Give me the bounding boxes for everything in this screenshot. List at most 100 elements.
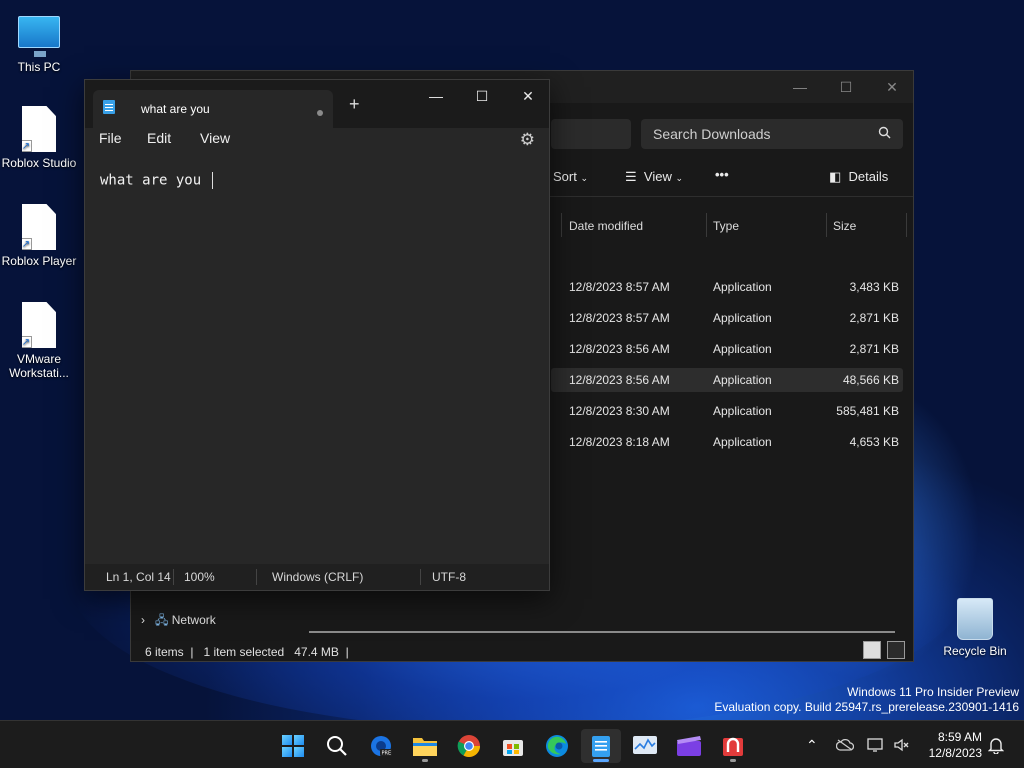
search-icon — [878, 126, 891, 142]
desktop-icon-roblox-player[interactable]: ↗ Roblox Player — [1, 204, 77, 268]
desktop-icon-label: Roblox Studio — [1, 156, 77, 170]
notepad-icon — [592, 736, 610, 757]
notepad-statusbar: Ln 1, Col 14 100% Windows (CRLF) UTF-8 — [85, 564, 549, 590]
chevron-right-icon: › — [141, 613, 145, 627]
file-row[interactable]: 12/8/2023 8:57 AM Application 2,871 KB — [551, 306, 903, 330]
details-view-button[interactable] — [862, 641, 881, 659]
sort-label: Sort — [553, 169, 577, 184]
chevron-up-icon: ⌃ — [806, 736, 818, 753]
system-clock[interactable]: 8:59 AM 12/8/2023 — [929, 729, 982, 761]
file-size: 3,483 KB — [849, 280, 899, 294]
desktop-icon-this-pc[interactable]: This PC — [1, 10, 77, 74]
taskbar-chrome[interactable] — [449, 729, 489, 763]
bell-icon — [988, 738, 1004, 754]
file-date-modified: 12/8/2023 8:56 AM — [569, 342, 670, 356]
details-pane-button[interactable]: ◧ Details — [829, 169, 888, 185]
taskbar-edge-beta[interactable]: PRE — [361, 729, 401, 763]
close-button[interactable]: ✕ — [869, 71, 915, 103]
file-date-modified: 12/8/2023 8:57 AM — [569, 311, 670, 325]
zoom-level[interactable]: 100% — [184, 570, 215, 584]
volume-muted-icon[interactable] — [893, 721, 911, 768]
file-icon: ↗ — [22, 106, 56, 152]
desktop-icon-label: This PC — [17, 60, 61, 74]
store-icon — [503, 740, 523, 756]
more-options-button[interactable]: ••• — [715, 167, 729, 182]
close-button[interactable]: ✕ — [505, 82, 551, 110]
onedrive-icon[interactable] — [836, 721, 854, 768]
desktop-icon-vmware[interactable]: ↗ VMware Workstati... — [1, 302, 77, 380]
watermark-line-2: Evaluation copy. Build 25947.rs_prerelea… — [714, 700, 1019, 714]
file-icon: ↗ — [22, 302, 56, 348]
address-bar[interactable] — [551, 119, 631, 149]
view-button[interactable]: ☰ View ⌄ — [625, 169, 683, 185]
editor-content: what are you — [100, 172, 210, 189]
settings-gear-icon[interactable]: ⚙ — [520, 130, 535, 150]
svg-text:PRE: PRE — [382, 751, 392, 757]
shortcut-arrow-icon: ↗ — [21, 238, 32, 250]
nav-item-network[interactable]: › 🖧 Network — [141, 611, 216, 632]
view-label: View — [643, 169, 672, 184]
file-row[interactable]: 12/8/2023 8:56 AM Application 2,871 KB — [551, 337, 903, 361]
menu-file[interactable]: File — [99, 130, 122, 146]
explorer-statusbar: 6 items | 1 item selected 47.4 MB | — [145, 645, 349, 659]
minimize-button[interactable]: — — [777, 71, 823, 103]
taskbar-video-editor[interactable] — [669, 729, 709, 763]
column-date-modified[interactable]: Date modified — [569, 219, 643, 233]
menu-bar: File Edit View ⚙ — [85, 128, 549, 156]
search-box[interactable]: Search Downloads — [641, 119, 903, 149]
notepad-window[interactable]: what are you + — ☐ ✕ File Edit View ⚙ wh… — [84, 79, 550, 591]
file-type: Application — [713, 311, 772, 325]
chevron-down-icon: ⌄ — [580, 173, 589, 183]
desktop-icon-roblox-studio[interactable]: ↗ Roblox Studio — [1, 106, 77, 170]
line-ending[interactable]: Windows (CRLF) — [272, 570, 363, 584]
horizontal-scrollbar[interactable] — [309, 631, 895, 633]
taskbar-installer[interactable] — [713, 729, 753, 763]
maximize-button[interactable]: ☐ — [459, 82, 505, 110]
video-editor-icon — [677, 736, 701, 756]
unsaved-dot-icon[interactable] — [317, 110, 323, 116]
sort-button[interactable]: Sort ⌄ — [553, 169, 588, 184]
encoding[interactable]: UTF-8 — [432, 570, 466, 584]
notepad-tab[interactable]: what are you — [93, 90, 333, 128]
file-row[interactable]: 12/8/2023 8:57 AM Application 3,483 KB — [551, 275, 903, 299]
file-type: Application — [713, 435, 772, 449]
layout-switcher — [861, 641, 905, 664]
start-button[interactable] — [273, 729, 313, 763]
item-count: 6 items — [145, 645, 184, 659]
taskbar-search-button[interactable] — [317, 729, 357, 763]
desktop-icon-recycle-bin[interactable]: Recycle Bin — [937, 598, 1013, 658]
desktop-icon-label: Roblox Player — [1, 254, 77, 268]
desktop-icon-label: VMware Workstati... — [9, 352, 69, 380]
file-icon: ↗ — [22, 204, 56, 250]
menu-view[interactable]: View — [200, 130, 230, 146]
details-pane-icon: ◧ — [829, 169, 842, 184]
file-date-modified: 12/8/2023 8:30 AM — [569, 404, 670, 418]
show-hidden-icons-button[interactable]: ⌃ — [806, 721, 818, 768]
file-date-modified: 12/8/2023 8:57 AM — [569, 280, 670, 294]
file-date-modified: 12/8/2023 8:56 AM — [569, 373, 670, 387]
column-size[interactable]: Size — [833, 219, 856, 233]
file-row[interactable]: 12/8/2023 8:18 AM Application 4,653 KB — [551, 430, 903, 454]
computer-icon — [18, 16, 60, 57]
shortcut-arrow-icon: ↗ — [21, 336, 32, 348]
menu-edit[interactable]: Edit — [147, 130, 171, 146]
file-row[interactable]: 12/8/2023 8:56 AM Application 48,566 KB — [551, 368, 903, 392]
file-type: Application — [713, 404, 772, 418]
tiles-view-button[interactable] — [887, 641, 905, 659]
chevron-down-icon: ⌄ — [675, 173, 684, 183]
network-status-icon[interactable] — [867, 721, 885, 768]
column-type[interactable]: Type — [713, 219, 739, 233]
taskbar-store[interactable] — [493, 729, 533, 763]
taskbar-edge[interactable] — [537, 729, 577, 763]
taskbar-task-manager[interactable] — [625, 729, 665, 763]
taskbar-notepad[interactable] — [581, 729, 621, 763]
file-row[interactable]: 12/8/2023 8:30 AM Application 585,481 KB — [551, 399, 903, 423]
file-size: 4,653 KB — [849, 435, 899, 449]
maximize-button[interactable]: ☐ — [823, 71, 869, 103]
notepad-tabstrip: what are you + — ☐ ✕ — [85, 80, 549, 128]
minimize-button[interactable]: — — [413, 82, 459, 110]
text-editor[interactable]: what are you — [85, 156, 549, 566]
new-tab-button[interactable]: + — [349, 94, 360, 115]
notifications-button[interactable] — [988, 721, 1004, 768]
taskbar-file-explorer[interactable] — [405, 729, 445, 763]
